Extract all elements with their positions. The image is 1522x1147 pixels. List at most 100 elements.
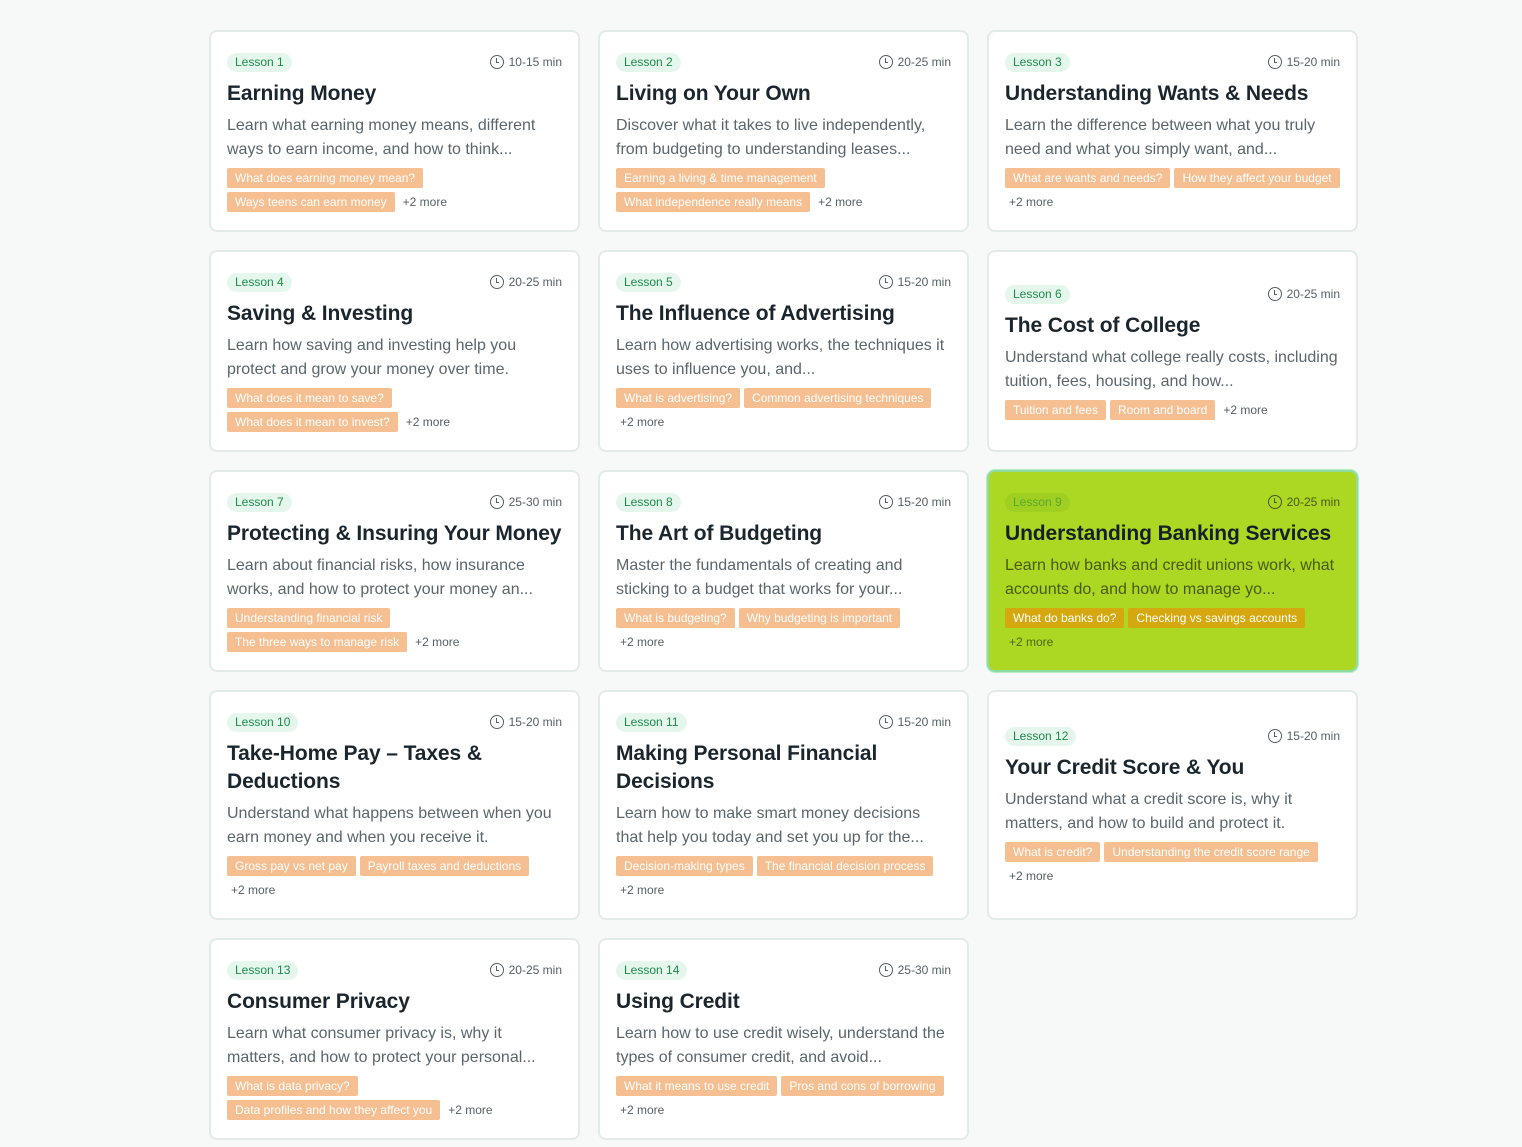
- topic-tag: What does it mean to invest?: [227, 412, 398, 432]
- topic-tag: What does it mean to save?: [227, 388, 392, 408]
- topic-tag: Common advertising techniques: [744, 388, 932, 408]
- topic-tag: What does earning money mean?: [227, 168, 424, 188]
- topic-tag: What it means to use credit: [616, 1076, 778, 1096]
- lesson-title: Earning Money: [227, 82, 377, 105]
- clock-icon: [1267, 495, 1282, 509]
- lesson-description: Learn how advertising works, the techniq…: [616, 337, 945, 378]
- more-topics: +2 more: [620, 1103, 665, 1117]
- lesson-description: Understand what happens between when you…: [227, 805, 552, 846]
- lesson-grid: Lesson 1 10-15 min Earning Money Learn w…: [209, 30, 1358, 1140]
- lesson-badge: Lesson 6: [1005, 284, 1070, 304]
- duration-text: 20-25 min: [1286, 287, 1340, 301]
- lesson-card-13[interactable]: Lesson 13 20-25 min Consumer Privacy Lea…: [209, 938, 580, 1140]
- lesson-card-6[interactable]: Lesson 6 20-25 min The Cost of College U…: [987, 250, 1358, 452]
- lesson-badge: Lesson 7: [227, 492, 292, 512]
- lesson-card-2[interactable]: Lesson 2 20-25 min Living on Your Own Di…: [598, 30, 969, 232]
- lesson-description: Learn about financial risks, how insuran…: [227, 557, 533, 598]
- clock-icon: [489, 55, 504, 69]
- lesson-description: Learn the difference between what you tr…: [1005, 117, 1316, 158]
- topic-tag: Checking vs savings accounts: [1128, 608, 1306, 628]
- topic-tag: Tuition and fees: [1005, 400, 1106, 420]
- lesson-card-12[interactable]: Lesson 12 15-20 min Your Credit Score & …: [987, 690, 1358, 920]
- lesson-card-11[interactable]: Lesson 11 15-20 min Making Personal Fina…: [598, 690, 969, 920]
- duration-text: 20-25 min: [1286, 495, 1340, 509]
- duration-text: 15-20 min: [897, 495, 951, 509]
- more-topics: +2 more: [405, 415, 451, 429]
- lesson-description: Learn how to make smart money decisions …: [616, 805, 924, 846]
- topic-tag: Why budgeting is important: [738, 608, 901, 628]
- lesson-duration: 25-30 min: [489, 495, 562, 509]
- lesson-duration: 10-15 min: [489, 55, 562, 69]
- lesson-card-9[interactable]: Lesson 9 20-25 min Understanding Banking…: [987, 470, 1358, 672]
- clock-icon: [878, 55, 893, 69]
- lesson-title: Making Personal Financial Decisions: [616, 742, 878, 793]
- more-topics: +2 more: [1009, 869, 1054, 883]
- topic-tags: What is budgeting? Why budgeting is impo…: [616, 608, 951, 652]
- lesson-duration: 15-20 min: [878, 715, 951, 729]
- lesson-duration: 20-25 min: [489, 963, 562, 977]
- more-topics: +2 more: [402, 195, 447, 209]
- topic-tag: The financial decision process: [756, 856, 934, 876]
- clock-icon: [878, 963, 893, 977]
- topic-tags: What does it mean to save? What does it …: [227, 388, 562, 432]
- lesson-duration: 20-25 min: [489, 275, 562, 289]
- more-topics: +2 more: [415, 635, 460, 649]
- topic-tag: What are wants and needs?: [1005, 168, 1171, 188]
- lesson-title: Take-Home Pay – Taxes & Deductions: [227, 742, 482, 793]
- more-topics: +2 more: [620, 415, 665, 429]
- more-topics: +2 more: [818, 195, 863, 209]
- duration-text: 20-25 min: [897, 55, 951, 69]
- topic-tag: Pros and cons of borrowing: [781, 1076, 944, 1096]
- topic-tag: The three ways to manage risk: [227, 632, 408, 652]
- lesson-card-8[interactable]: Lesson 8 15-20 min The Art of Budgeting …: [598, 470, 969, 672]
- clock-icon: [1267, 729, 1282, 743]
- topic-tag: Ways teens can earn money: [227, 192, 395, 212]
- lesson-card-5[interactable]: Lesson 5 15-20 min The Influence of Adve…: [598, 250, 969, 452]
- lesson-badge: Lesson 11: [616, 712, 687, 732]
- topic-tags: Gross pay vs net pay Payroll taxes and d…: [227, 856, 562, 900]
- more-topics: +2 more: [1009, 195, 1054, 209]
- lesson-title: The Cost of College: [1005, 314, 1201, 337]
- lesson-badge: Lesson 3: [1005, 52, 1070, 72]
- lesson-badge: Lesson 10: [227, 712, 299, 732]
- topic-tag: Payroll taxes and deductions: [359, 856, 530, 876]
- lesson-title: Saving & Investing: [227, 302, 414, 325]
- duration-text: 15-20 min: [897, 275, 951, 289]
- lesson-card-10[interactable]: Lesson 10 15-20 min Take-Home Pay – Taxe…: [209, 690, 580, 920]
- lesson-card-7[interactable]: Lesson 7 25-30 min Protecting & Insuring…: [209, 470, 580, 672]
- lesson-badge: Lesson 4: [227, 272, 292, 292]
- lesson-description: Discover what it takes to live independe…: [616, 117, 926, 158]
- lesson-card-4[interactable]: Lesson 4 20-25 min Saving & Investing Le…: [209, 250, 580, 452]
- duration-text: 20-25 min: [508, 963, 562, 977]
- lesson-duration: 15-20 min: [489, 715, 562, 729]
- lesson-title: Living on Your Own: [616, 82, 811, 105]
- lesson-card-14[interactable]: Lesson 14 25-30 min Using Credit Learn h…: [598, 938, 969, 1140]
- topic-tags: What is credit? Understanding the credit…: [1005, 842, 1340, 886]
- topic-tag: Room and board: [1109, 400, 1216, 420]
- duration-text: 15-20 min: [508, 715, 562, 729]
- more-topics: +2 more: [1009, 635, 1054, 649]
- topic-tag: Understanding the credit score range: [1104, 842, 1318, 862]
- topic-tag: Gross pay vs net pay: [227, 856, 356, 876]
- more-topics: +2 more: [1223, 403, 1268, 417]
- lesson-card-3[interactable]: Lesson 3 15-20 min Understanding Wants &…: [987, 30, 1358, 232]
- topic-tag: What independence really means: [616, 192, 811, 212]
- lesson-description: Learn what consumer privacy is, why it m…: [227, 1025, 536, 1066]
- topic-tags: What is data privacy? Data profiles and …: [227, 1076, 562, 1120]
- lesson-duration: 15-20 min: [1267, 55, 1340, 69]
- topic-tag: Understanding financial risk: [227, 608, 391, 628]
- topic-tags: What are wants and needs? How they affec…: [1005, 168, 1340, 212]
- lesson-description: Learn what earning money means, differen…: [227, 117, 536, 158]
- topic-tags: What it means to use credit Pros and con…: [616, 1076, 951, 1120]
- lesson-description: Learn how saving and investing help you …: [227, 337, 517, 378]
- duration-text: 15-20 min: [1286, 729, 1340, 743]
- lesson-title: Protecting & Insuring Your Money: [227, 522, 562, 545]
- lesson-title: Consumer Privacy: [227, 990, 410, 1013]
- lesson-description: Understand what college really costs, in…: [1005, 349, 1338, 390]
- lesson-title: Your Credit Score & You: [1005, 756, 1245, 779]
- topic-tag: Earning a living & time management: [616, 168, 825, 188]
- lesson-card-1[interactable]: Lesson 1 10-15 min Earning Money Learn w…: [209, 30, 580, 232]
- clock-icon: [878, 275, 893, 289]
- lesson-badge: Lesson 9: [1005, 492, 1070, 512]
- duration-text: 20-25 min: [508, 275, 562, 289]
